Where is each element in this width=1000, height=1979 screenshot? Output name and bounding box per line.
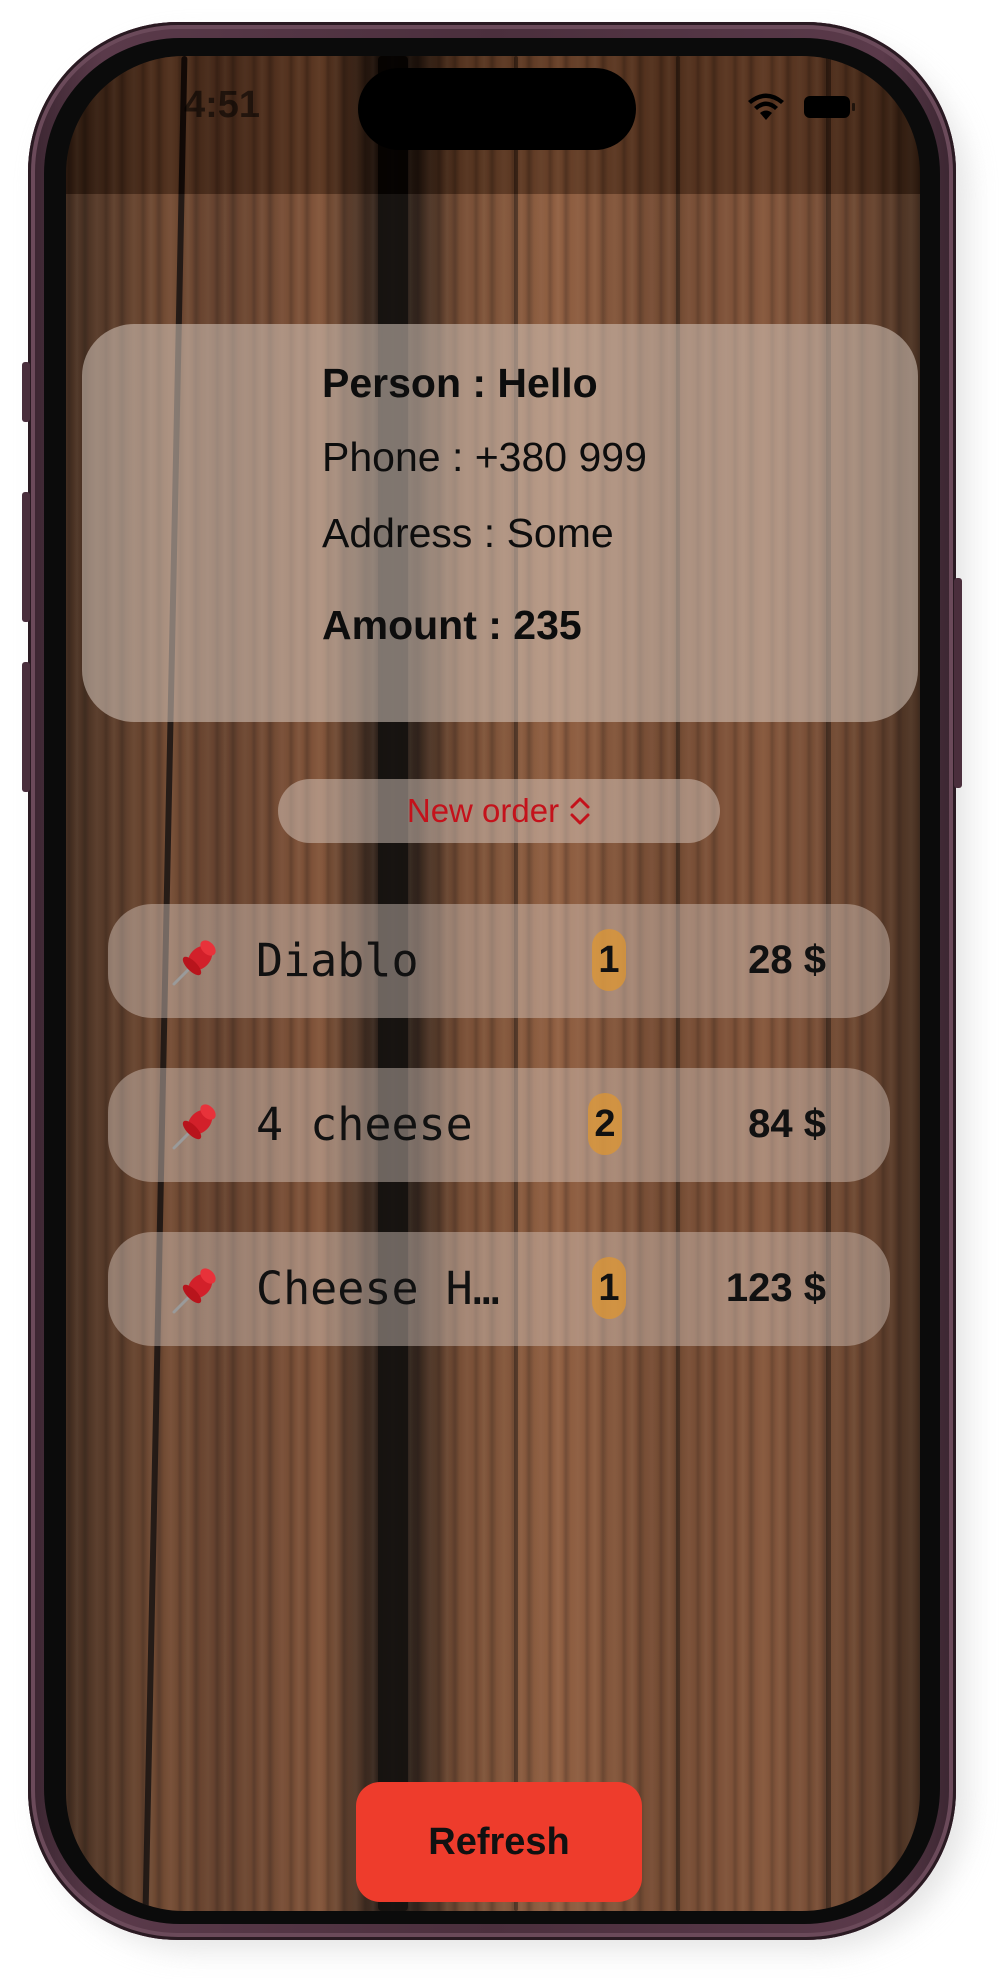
order-row[interactable]: 4 cheese 2 84 $ [108,1068,890,1182]
phone-label: Phone : +380 999 [322,434,647,480]
status-time: 4:51 [184,84,261,126]
power-button [954,578,962,788]
screen: 4:51 Person : Hello Phone : +380 999 Add… [66,56,920,1911]
refresh-button[interactable]: Refresh [356,1782,642,1902]
amount-label: Amount : 235 [322,602,582,648]
pushpin-icon [172,1268,216,1314]
address-label: Address : Some [322,510,614,556]
picker-label: New order [406,792,560,829]
order-row[interactable]: Cheese H… 1 123 $ [108,1232,890,1346]
action-button [22,362,30,422]
wifi-icon [748,93,784,120]
quantity-badge: 1 [592,929,626,991]
dynamic-island [358,68,636,150]
person-label: Person : Hello [322,360,598,406]
pushpin-icon [172,940,216,986]
quantity-badge: 1 [592,1257,626,1319]
order-name: Diablo [256,934,419,987]
volume-down-button [22,662,30,792]
pushpin-icon [172,1104,216,1150]
order-row[interactable]: Diablo 1 28 $ [108,904,890,1018]
customer-info-card: Person : Hello Phone : +380 999 Address … [82,324,918,722]
order-name: Cheese H… [256,1262,500,1315]
order-price: 28 $ [748,938,826,982]
order-status-picker[interactable]: New order [278,779,720,843]
order-name: 4 cheese [256,1098,473,1151]
chevron-updown-icon [570,797,590,825]
order-price: 123 $ [725,1266,826,1310]
quantity-badge: 2 [588,1093,622,1155]
order-price: 84 $ [748,1102,826,1146]
battery-icon [804,96,855,118]
volume-up-button [22,492,30,622]
